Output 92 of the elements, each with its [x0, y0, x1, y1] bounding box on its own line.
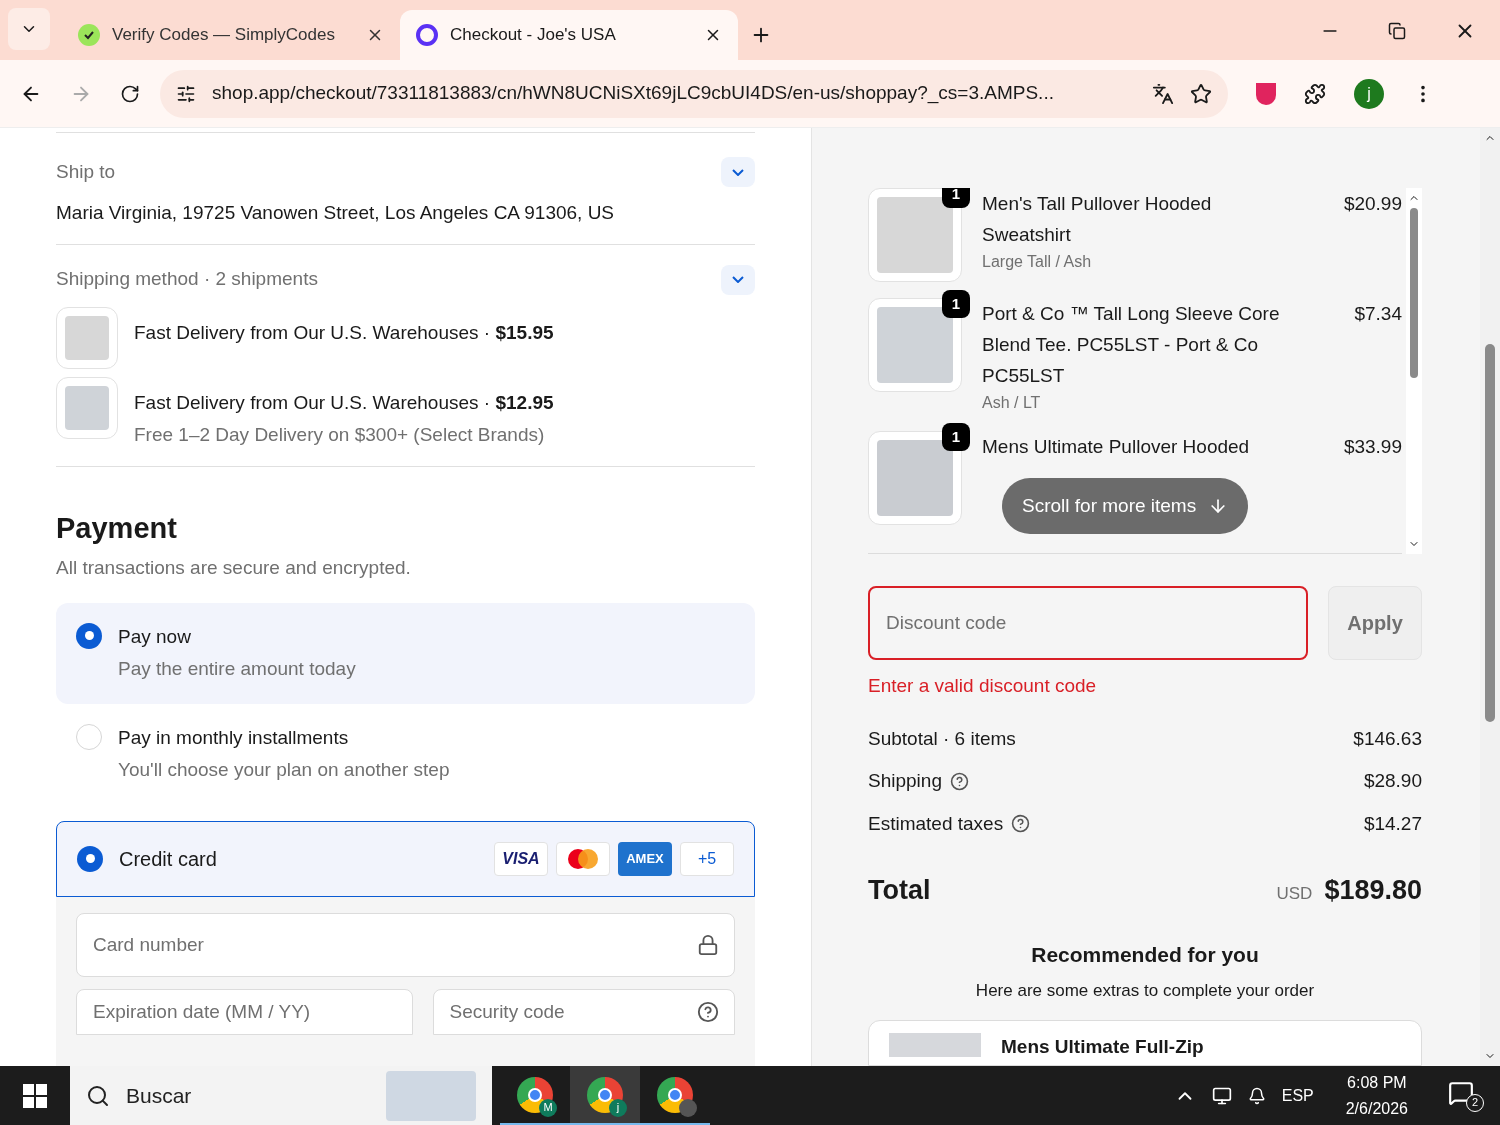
chevron-down-icon — [732, 276, 744, 283]
check-icon — [78, 24, 100, 46]
shipment-note: Free 1–2 Day Delivery on $300+ (Select Brands) — [134, 423, 546, 447]
browser-tab[interactable]: Checkout - Joe's USA — [400, 10, 738, 60]
clock-time[interactable]: 6:08 PM — [1347, 1069, 1407, 1096]
address-bar[interactable]: shop.app/checkout/73311813883/cn/hWN8UCNiSXt69jLC9cbUI4DS/en-us/shoppay?_cs=3.AMPS... — [160, 69, 1228, 118]
section-label: Ship to — [56, 159, 116, 184]
visa-logo: VISA — [494, 841, 548, 876]
quantity-badge: 1 — [942, 423, 970, 451]
profile-badge: j — [609, 1098, 627, 1117]
clock-date[interactable]: 2/6/2026 — [1345, 1095, 1408, 1122]
summary-value: $146.63 — [1353, 726, 1422, 751]
profile-badge: M — [539, 1098, 557, 1117]
recommended-subtitle: Here are some extras to complete your order — [974, 980, 1316, 1002]
help-icon[interactable] — [949, 771, 969, 791]
option-label: Pay in monthly installments — [118, 725, 350, 750]
option-description: You'll choose your plan on another step — [118, 758, 450, 782]
scroll-more-button[interactable]: Scroll for more items — [1002, 478, 1249, 534]
reload-icon[interactable] — [120, 83, 140, 104]
item-name: Port & Co ™ Tall Long Sleeve Core Blend Tee. PC55LST - Port & Co PC55LST — [982, 302, 1281, 388]
taskbar-search-field[interactable]: Buscar — [70, 1066, 492, 1125]
recommended-card[interactable]: Mens Ultimate Full-Zip — [868, 1019, 1422, 1066]
ring-icon — [416, 24, 438, 46]
error-message: Enter a valid discount code — [868, 674, 1098, 698]
tab-title: Verify Codes — SimplyCodes — [112, 24, 336, 47]
item-price: $33.99 — [1343, 435, 1402, 459]
radio-button[interactable] — [77, 845, 103, 872]
chevron-down-icon — [732, 168, 744, 176]
url-text: shop.app/checkout/73311813883/cn/hWN8UCNiSXt69jLC9cbUI4DS/en-us/shoppay?_cs=3.AMPS... — [212, 81, 1055, 106]
item-name: Mens Ultimate Pullover Hooded — [982, 435, 1251, 459]
section-label: Shipping method · 2 shipments — [56, 267, 318, 292]
extensions-icon[interactable] — [1304, 82, 1326, 105]
currency-code: USD — [1276, 883, 1313, 905]
bookmark-star-icon[interactable] — [1190, 82, 1212, 105]
summary-label: Estimated taxes — [868, 811, 1004, 836]
option-description: Pay the entire amount today — [118, 657, 356, 681]
product-photo-placeholder — [65, 385, 109, 430]
item-name: Mens Ultimate Full-Zip — [1001, 1034, 1204, 1059]
expand-button[interactable] — [721, 157, 755, 187]
apply-button[interactable]: Apply — [1328, 586, 1422, 660]
item-variant: Ash / LT — [982, 393, 1042, 413]
option-label: Pay now — [118, 624, 192, 649]
quantity-badge: 1 — [942, 188, 970, 208]
mastercard-logo — [556, 841, 610, 876]
profile-avatar[interactable]: j — [1354, 78, 1384, 109]
method-label: Credit card — [119, 846, 218, 872]
network-icon[interactable] — [1211, 1085, 1232, 1106]
quantity-badge: 1 — [942, 290, 970, 318]
expand-button[interactable] — [721, 264, 755, 295]
site-info-icon[interactable] — [176, 83, 196, 104]
total-label: Total — [868, 874, 931, 907]
payment-option[interactable]: Pay now Pay the entire amount today — [56, 602, 755, 704]
product-photo-placeholder — [65, 315, 109, 360]
chrome-taskbar-button[interactable]: M — [500, 1066, 570, 1125]
radio-button[interactable] — [76, 622, 102, 649]
lock-icon — [697, 933, 719, 956]
shipment-text: Fast Delivery from Our U.S. Warehouses · $15.95 — [134, 320, 554, 345]
section-subtitle: All transactions are secure and encrypted. — [56, 556, 412, 580]
help-icon[interactable] — [697, 1000, 719, 1023]
scrollbar-thumb[interactable] — [1485, 344, 1495, 722]
address-text: Maria Virginia, 19725 Vanowen Street, Los Angeles CA 91306, US — [56, 201, 616, 225]
recommended-heading: Recommended for you — [1030, 941, 1260, 968]
translate-icon[interactable] — [1152, 82, 1174, 105]
more-brands-badge: +5 — [680, 841, 734, 876]
expiration-field[interactable]: Expiration date (MM / YY) — [76, 988, 413, 1035]
discount-code-field[interactable]: Discount code — [868, 586, 1308, 660]
radio-button[interactable] — [76, 723, 102, 750]
section-heading: Payment — [56, 510, 178, 546]
summary-value: $14.27 — [1363, 811, 1422, 836]
help-icon[interactable] — [1011, 814, 1031, 834]
item-price: $20.99 — [1343, 192, 1402, 216]
shipment-text: Fast Delivery from Our U.S. Warehouses · $12.95 — [134, 390, 554, 415]
search-icon — [86, 1083, 110, 1108]
item-variant: Large Tall / Ash — [982, 252, 1093, 272]
summary-label: Shipping — [868, 769, 942, 793]
language-indicator[interactable]: ESP — [1281, 1083, 1314, 1108]
browser-tab[interactable]: Verify Codes — SimplyCodes — [62, 10, 400, 60]
tab-title: Checkout - Joe's USA — [450, 24, 617, 47]
restore-icon[interactable] — [1388, 22, 1406, 40]
scrollbar-thumb[interactable] — [1410, 208, 1418, 378]
card-number-field[interactable]: Card number — [76, 912, 735, 977]
summary-label: Subtotal · 6 items — [868, 726, 1016, 751]
profile-badge-icon — [679, 1098, 697, 1117]
item-name: Men's Tall Pullover Hooded Sweatshirt — [982, 192, 1213, 247]
amex-logo: AMEX — [618, 841, 672, 876]
chrome-taskbar-button[interactable]: j — [570, 1066, 640, 1125]
item-price: $7.34 — [1354, 302, 1402, 326]
total-amount: $189.80 — [1324, 874, 1422, 907]
device-icon[interactable] — [1247, 1086, 1266, 1105]
shield-icon[interactable] — [1256, 82, 1276, 105]
summary-value: $28.90 — [1363, 769, 1422, 793]
security-code-field[interactable]: Security code — [432, 988, 735, 1035]
